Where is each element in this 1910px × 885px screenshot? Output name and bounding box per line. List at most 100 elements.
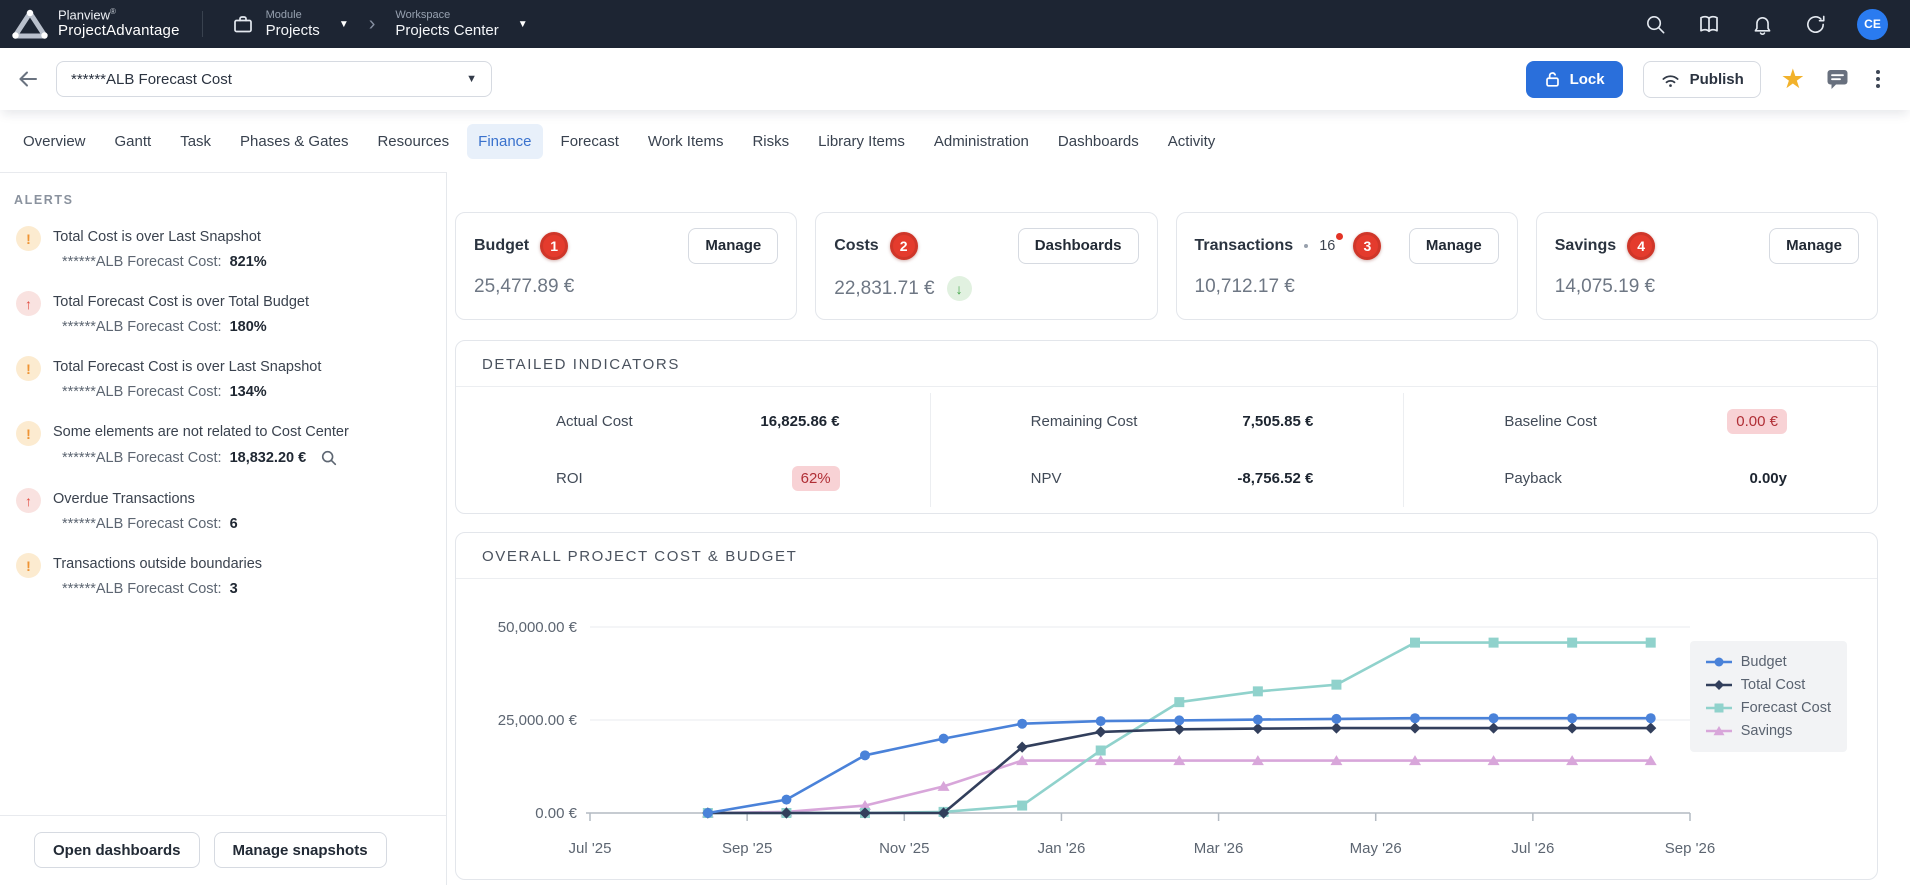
manage-button[interactable]: Manage xyxy=(1409,228,1499,264)
refresh-icon[interactable] xyxy=(1804,13,1827,36)
svg-text:Jul '26: Jul '26 xyxy=(1511,840,1554,857)
card-amount: 10,712.17 € xyxy=(1195,276,1295,298)
module-switcher[interactable]: Module Projects ▼ xyxy=(225,5,355,43)
svg-text:Sep '25: Sep '25 xyxy=(722,840,772,857)
legend-total-cost[interactable]: Total Cost xyxy=(1706,677,1831,693)
chart-title: OVERALL PROJECT COST & BUDGET xyxy=(456,533,1877,579)
exclamation-warning-icon: ! xyxy=(16,356,41,381)
top-nav: Planview® ProjectAdvantage Module Projec… xyxy=(0,0,1910,48)
unlock-icon xyxy=(1544,70,1561,88)
card-budget: Budget 1 Manage 25,477.89 € xyxy=(455,212,797,320)
tab-library-items[interactable]: Library Items xyxy=(807,124,916,159)
book-icon[interactable] xyxy=(1697,12,1721,36)
indicator-remaining-cost: Remaining Cost 7,505.85 € xyxy=(930,393,1404,450)
tab-administration[interactable]: Administration xyxy=(923,124,1040,159)
favorite-star-icon[interactable]: ★ xyxy=(1781,66,1805,93)
legend-forecast-cost[interactable]: Forecast Cost xyxy=(1706,700,1831,716)
detailed-indicators-panel: DETAILED INDICATORS Actual Cost16,825.86… xyxy=(455,340,1878,514)
indicator-label: Remaining Cost xyxy=(1031,413,1138,430)
avatar[interactable]: CE xyxy=(1857,9,1888,40)
tab-dashboards[interactable]: Dashboards xyxy=(1047,124,1150,159)
alert-source: ******ALB Forecast Cost: xyxy=(62,450,222,466)
exclamation-warning-icon: ! xyxy=(16,553,41,578)
indicator-label: Baseline Cost xyxy=(1504,413,1597,430)
indicator-value: -8,756.52 € xyxy=(1237,470,1313,487)
indicator-roi: ROI62% xyxy=(456,450,930,507)
tab-gantt[interactable]: Gantt xyxy=(104,124,163,159)
project-selector[interactable]: ******ALB Forecast Cost ▼ xyxy=(56,61,492,97)
bell-icon[interactable] xyxy=(1751,13,1774,36)
card-title: Budget xyxy=(474,237,529,255)
overall-cost-budget-panel: OVERALL PROJECT COST & BUDGET 0.00 €25,0… xyxy=(455,532,1878,880)
detailed-indicators-title: DETAILED INDICATORS xyxy=(456,341,1877,387)
project-tabs: OverviewGanttTaskPhases & GatesResources… xyxy=(0,110,1910,172)
more-options-kebab-icon[interactable] xyxy=(1870,66,1886,92)
alert-item[interactable]: !Total Forecast Cost is over Last Snapsh… xyxy=(16,355,432,400)
tab-risks[interactable]: Risks xyxy=(741,124,800,159)
exclamation-warning-icon: ! xyxy=(16,226,41,251)
alert-title: Overdue Transactions xyxy=(53,487,432,507)
app-logo[interactable]: Planview® ProjectAdvantage xyxy=(12,8,180,40)
indicator-value: 7,505.85 € xyxy=(1242,413,1313,430)
tab-task[interactable]: Task xyxy=(169,124,222,159)
back-button[interactable] xyxy=(16,67,40,91)
alert-item[interactable]: ! Total Cost is over Last Snapshot ******A… xyxy=(16,225,432,270)
legend-savings[interactable]: Savings xyxy=(1706,723,1831,739)
feedback-comment-icon[interactable] xyxy=(1825,67,1850,91)
search-icon[interactable] xyxy=(320,449,338,467)
alert-source: ******ALB Forecast Cost: xyxy=(62,254,222,270)
step-badge-1: 1 xyxy=(540,232,568,260)
indicator-value: 0.00y xyxy=(1749,470,1787,487)
card-title: Savings xyxy=(1555,237,1616,255)
manage-button[interactable]: Manage xyxy=(688,228,778,264)
workspace-value: Projects Center xyxy=(395,22,498,39)
tab-resources[interactable]: Resources xyxy=(366,124,460,159)
legend-budget[interactable]: Budget xyxy=(1706,654,1831,670)
tab-activity[interactable]: Activity xyxy=(1157,124,1227,159)
exclamation-warning-icon: ! xyxy=(16,421,41,446)
indicator-label: Payback xyxy=(1504,470,1562,487)
alert-title: Total Cost is over Last Snapshot xyxy=(53,225,432,245)
alert-value: 180% xyxy=(230,319,267,335)
manage-button[interactable]: Manage xyxy=(1769,228,1859,264)
legend-label: Budget xyxy=(1741,654,1787,670)
tab-phases-gates[interactable]: Phases & Gates xyxy=(229,124,359,159)
card-costs: Costs2Dashboards22,831.71 €↓ xyxy=(815,212,1157,320)
publish-button[interactable]: Publish xyxy=(1643,61,1761,98)
alert-detail: ******ALB Forecast Cost:180% xyxy=(53,319,432,335)
tab-finance[interactable]: Finance xyxy=(467,124,542,159)
alerts-sidebar: ALERTS !Total Cost is over Last Snapshot… xyxy=(0,172,447,885)
alert-item[interactable]: ↑Total Forecast Cost is over Total Budge… xyxy=(16,290,432,335)
tab-forecast[interactable]: Forecast xyxy=(550,124,630,159)
workspace-switcher[interactable]: Workspace Projects Center ▼ xyxy=(389,5,533,43)
search-icon[interactable] xyxy=(1644,13,1667,36)
indicator-label: NPV xyxy=(1031,470,1062,487)
alert-title: Total Forecast Cost is over Total Budget xyxy=(53,290,432,310)
manage-snapshots-button[interactable]: Manage snapshots xyxy=(214,832,387,868)
open-dashboards-button[interactable]: Open dashboards xyxy=(34,832,200,868)
alert-value: 3 xyxy=(230,581,238,597)
tab-work-items[interactable]: Work Items xyxy=(637,124,735,159)
card-amount: 14,075.19 € xyxy=(1555,276,1655,298)
dashboards-button[interactable]: Dashboards xyxy=(1018,228,1139,264)
lock-button[interactable]: Lock xyxy=(1526,61,1623,98)
alert-item[interactable]: ↑Overdue Transactions******ALB Forecast … xyxy=(16,487,432,532)
trend-down-icon: ↓ xyxy=(947,276,972,301)
step-badge-2: 2 xyxy=(890,232,918,260)
card-savings: Savings4Manage14,075.19 € xyxy=(1536,212,1878,320)
module-value: Projects xyxy=(266,22,320,39)
svg-text:Jul '25: Jul '25 xyxy=(569,840,612,857)
alert-item[interactable]: !Some elements are not related to Cost C… xyxy=(16,420,432,467)
alert-title: Transactions outside boundaries xyxy=(53,552,432,572)
legend-label: Forecast Cost xyxy=(1741,700,1831,716)
tab-overview[interactable]: Overview xyxy=(12,124,97,159)
alert-value: 6 xyxy=(230,516,238,532)
alert-value: 18,832.20 € xyxy=(230,450,307,466)
triangle-marker-icon xyxy=(1706,725,1732,737)
card-amount: 25,477.89 € xyxy=(474,276,574,298)
indicator-npv: NPV -8,756.52 € xyxy=(930,450,1404,507)
svg-text:25,000.00 €: 25,000.00 € xyxy=(498,712,578,729)
project-toolbar: ******ALB Forecast Cost ▼ Lock Publish ★ xyxy=(0,48,1910,110)
alert-item[interactable]: !Transactions outside boundaries******AL… xyxy=(16,552,432,597)
notification-dot xyxy=(1336,233,1343,240)
